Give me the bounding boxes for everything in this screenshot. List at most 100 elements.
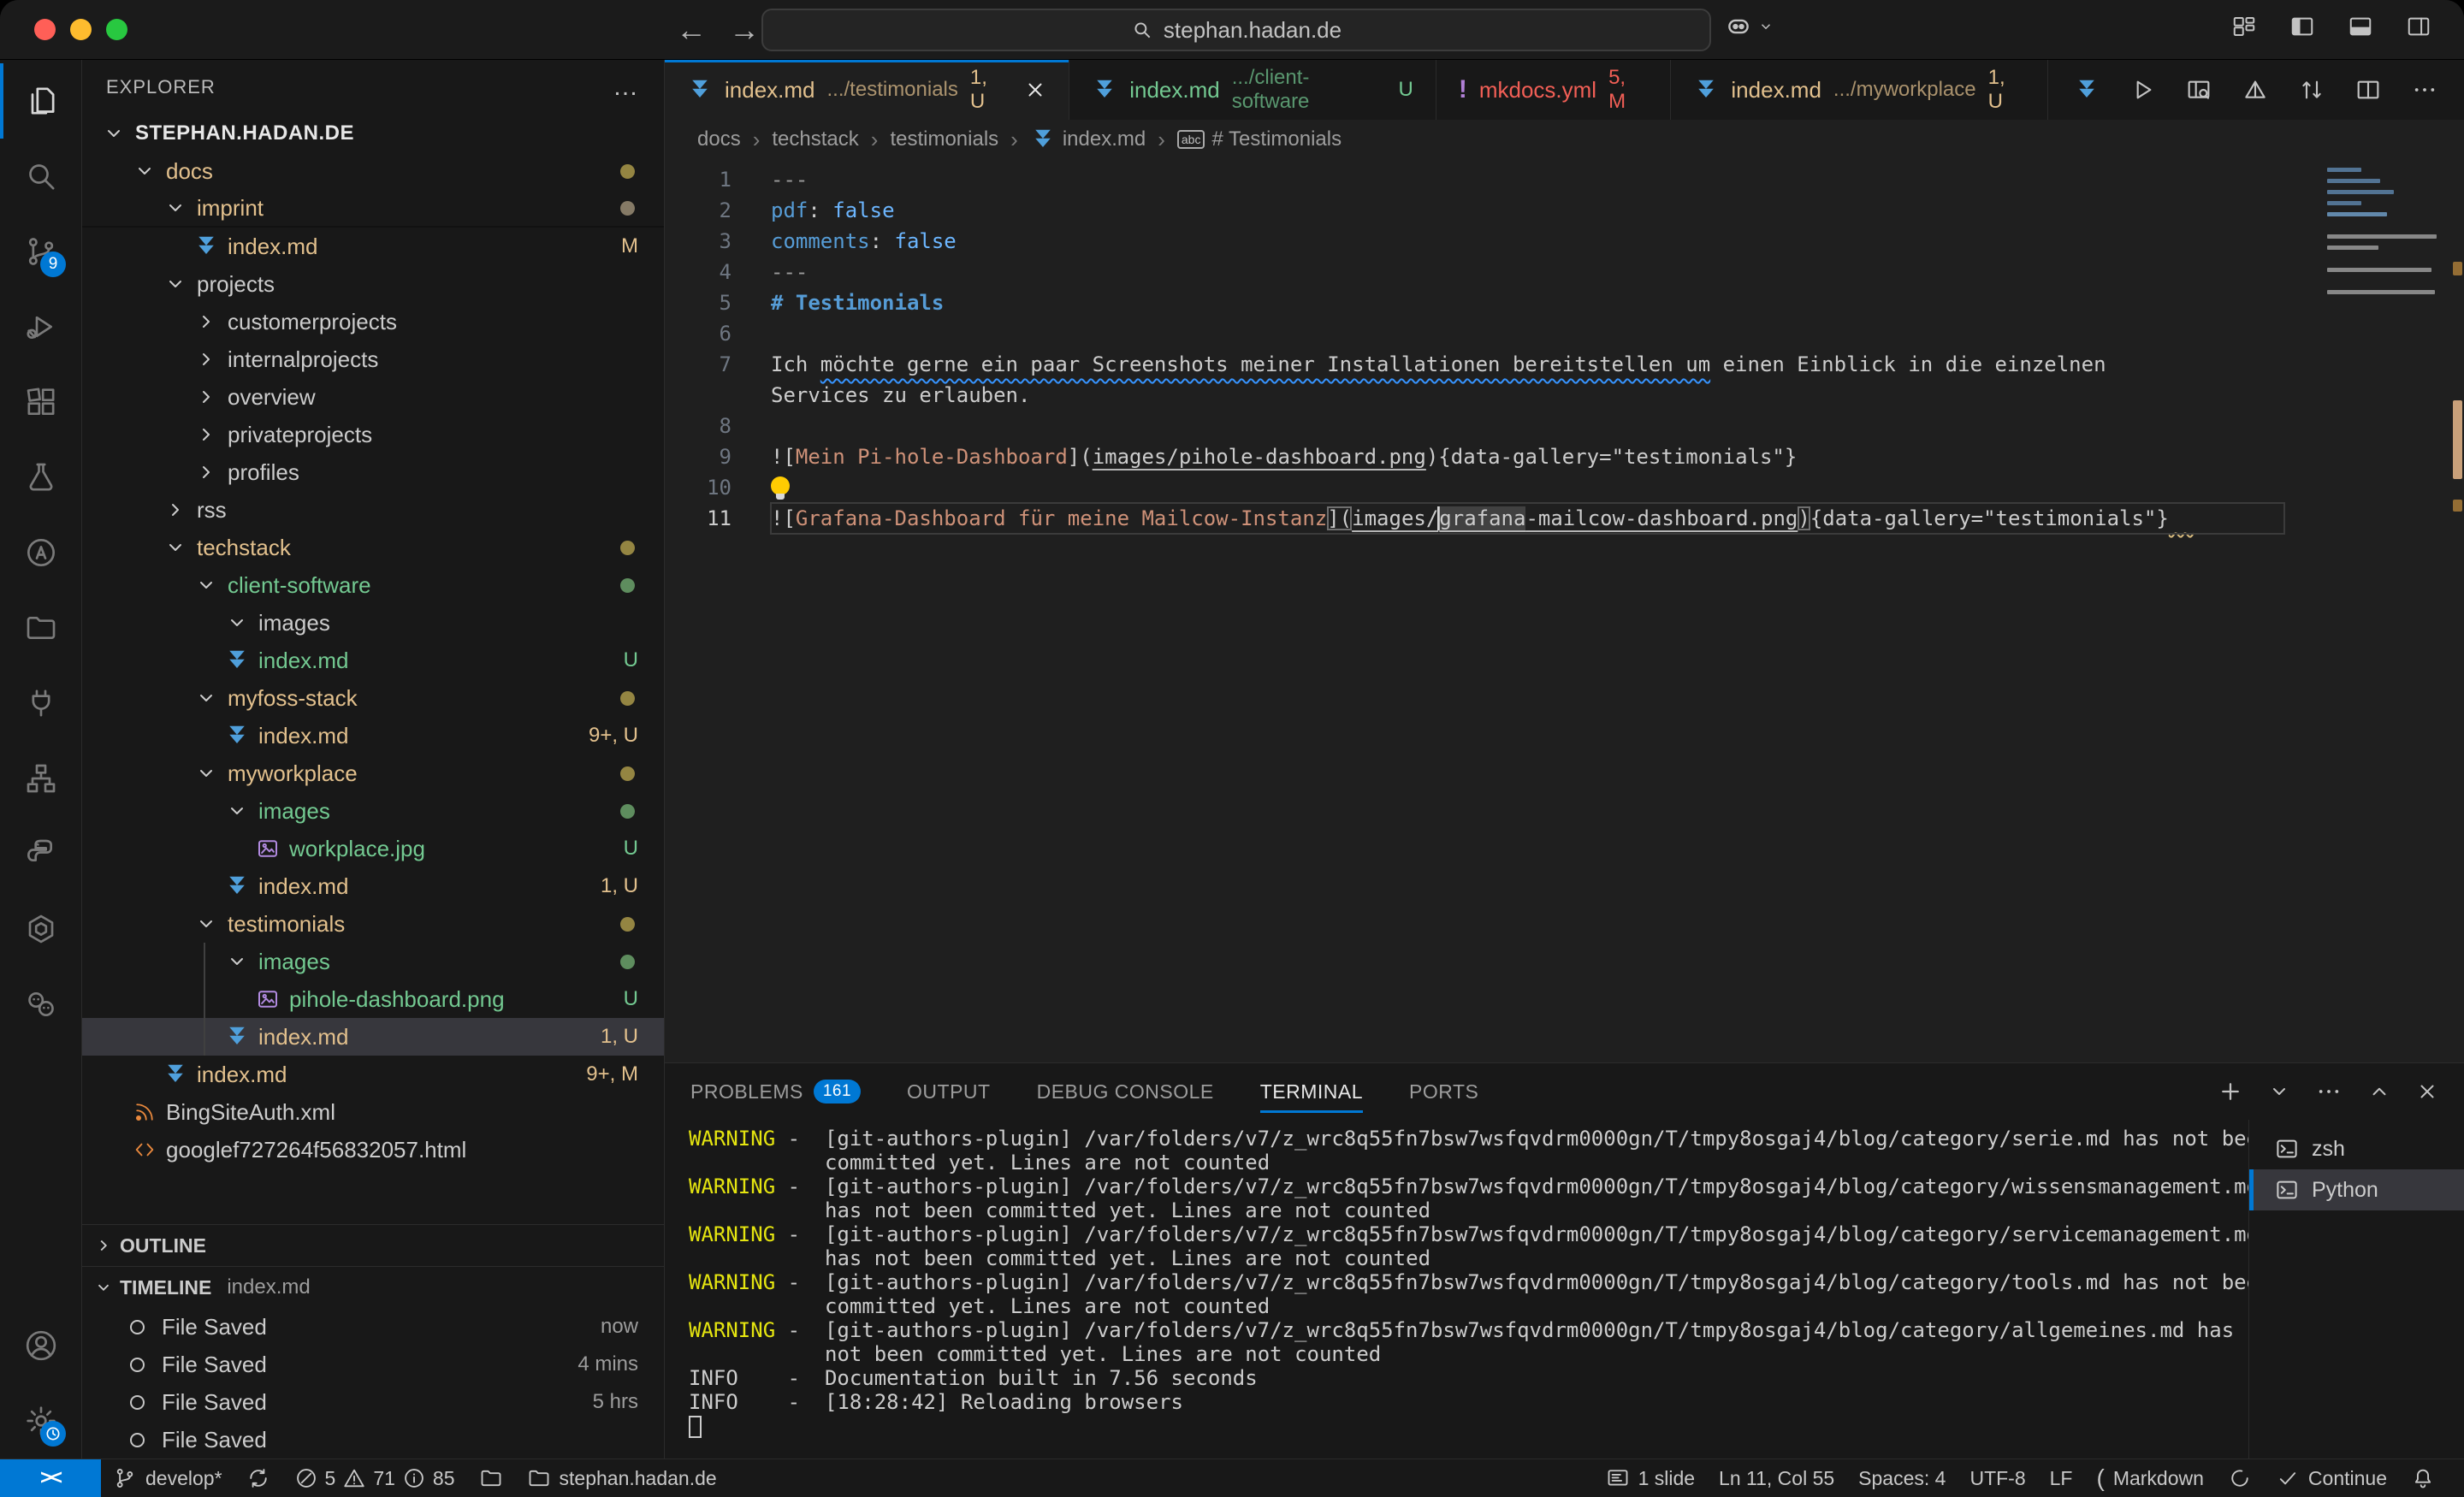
tree-folder-images[interactable]: images	[82, 604, 664, 642]
close-window-button[interactable]	[34, 19, 56, 40]
minimize-window-button[interactable]	[70, 19, 92, 40]
tree-file-index-md[interactable]: index.md1, U	[82, 867, 664, 905]
timeline-header[interactable]: TIMELINE index.md	[82, 1267, 664, 1308]
tree-file-index-md[interactable]: index.mdM	[82, 228, 664, 265]
tab-index-md[interactable]: index.md.../testimonials1, U	[665, 60, 1069, 120]
forward-icon[interactable]: →	[729, 12, 760, 48]
tree-folder-stephan-hadan-de[interactable]: STEPHAN.HADAN.DE	[82, 115, 664, 152]
breadcrumb-item[interactable]: testimonials	[890, 127, 998, 151]
markdown-file-icon[interactable]	[2074, 77, 2100, 103]
status-remote-indicator[interactable]: ><	[0, 1459, 101, 1497]
activity-item-hexagon[interactable]	[0, 891, 81, 967]
copilot-menu[interactable]	[1724, 12, 1774, 41]
status-workspace[interactable]: stephan.hadan.de	[515, 1459, 729, 1497]
outline-header[interactable]: OUTLINE	[82, 1225, 664, 1266]
activity-item-testing[interactable]	[0, 440, 81, 515]
breadcrumb-item[interactable]: techstack	[772, 127, 858, 151]
breadcrumb-item[interactable]: abc# Testimonials	[1177, 127, 1342, 151]
status-marp-slides[interactable]: 1 slide	[1594, 1459, 1707, 1497]
status-continue[interactable]: Continue	[2264, 1459, 2399, 1497]
panel-tab-terminal[interactable]: TERMINAL	[1260, 1063, 1363, 1120]
status-eol[interactable]: LF	[2038, 1459, 2085, 1497]
tree-file-index-md[interactable]: index.md9+, U	[82, 717, 664, 754]
status-notifications[interactable]	[2399, 1459, 2447, 1497]
activity-item-python[interactable]	[0, 816, 81, 891]
tree-folder-rss[interactable]: rss	[82, 491, 664, 529]
tree-file-index-md[interactable]: index.md9+, M	[82, 1056, 664, 1093]
tree-folder-myworkplace[interactable]: myworkplace	[82, 754, 664, 792]
open-preview-icon[interactable]	[2185, 76, 2212, 104]
tab-index-md[interactable]: index.md.../myworkplace1, U	[1671, 60, 2048, 120]
run-icon[interactable]	[2129, 76, 2156, 104]
tree-file-workplace-jpg[interactable]: workplace.jpgU	[82, 830, 664, 867]
status-problems[interactable]: 57185	[282, 1459, 467, 1497]
code-line[interactable]: 11![Grafana-Dashboard für meine Mailcow-…	[665, 503, 2464, 534]
terminal-instance-python[interactable]: Python	[2249, 1169, 2464, 1210]
status-cursor-position[interactable]: Ln 11, Col 55	[1707, 1459, 1846, 1497]
code-line[interactable]: 7Ich möchte gerne ein paar Screenshots m…	[665, 349, 2464, 380]
close-panel-icon[interactable]	[2416, 1080, 2438, 1103]
status-git-branch[interactable]: develop*	[101, 1459, 234, 1497]
command-center-search[interactable]: stephan.hadan.de	[761, 9, 1711, 51]
status-spinner[interactable]	[2216, 1459, 2264, 1497]
tree-folder-techstack[interactable]: techstack	[82, 529, 664, 566]
launch-profile-icon[interactable]	[2269, 1081, 2289, 1102]
panel-tab-debug-console[interactable]: DEBUG CONSOLE	[1037, 1063, 1214, 1120]
status-indentation[interactable]: Spaces: 4	[1846, 1459, 1958, 1497]
code-line[interactable]: 9![Mein Pi-hole-Dashboard](images/pihole…	[665, 441, 2464, 472]
code-line[interactable]: 8	[665, 411, 2464, 441]
tree-folder-myfoss-stack[interactable]: myfoss-stack	[82, 679, 664, 717]
timeline-item[interactable]: File Saved5 hrs	[82, 1383, 664, 1421]
code-line[interactable]: 3comments: false	[665, 226, 2464, 257]
activity-item-account[interactable]	[0, 1308, 81, 1383]
timeline-item[interactable]: File Savednow	[82, 1308, 664, 1346]
status-folder-shortcut[interactable]	[467, 1459, 515, 1497]
activity-item-search[interactable]	[0, 139, 81, 214]
more-icon[interactable]	[2315, 1078, 2343, 1105]
close-icon[interactable]	[1024, 79, 1046, 101]
markdown-preview-icon[interactable]	[2242, 76, 2269, 104]
code-line[interactable]: 4---	[665, 257, 2464, 287]
timeline-item[interactable]: File Saved	[82, 1421, 664, 1459]
tree-folder-imprint[interactable]: imprint	[82, 190, 664, 228]
tree-folder-client-software[interactable]: client-software	[82, 566, 664, 604]
code-line[interactable]: 5# Testimonials	[665, 287, 2464, 318]
maximize-panel-icon[interactable]	[2368, 1080, 2390, 1103]
tab-index-md[interactable]: index.md.../client-softwareU	[1069, 60, 1436, 120]
status-sync[interactable]	[234, 1459, 282, 1497]
lightbulb-icon[interactable]	[771, 476, 790, 495]
activity-item-run-debug[interactable]	[0, 289, 81, 364]
code-line[interactable]: 10	[665, 472, 2464, 503]
toggle-panel-icon[interactable]	[2348, 14, 2373, 39]
explorer-more-actions-icon[interactable]: …	[613, 73, 640, 102]
code-line[interactable]: 1---	[665, 164, 2464, 195]
overview-ruler[interactable]	[2450, 159, 2464, 1062]
tree-folder-docs[interactable]: docs	[82, 152, 664, 190]
tree-folder-privateprojects[interactable]: privateprojects	[82, 416, 664, 453]
split-editor-icon[interactable]	[2354, 76, 2382, 104]
toggle-primary-sidebar-icon[interactable]	[2289, 14, 2315, 39]
tree-folder-images[interactable]: images	[82, 943, 664, 980]
code-line[interactable]: 2pdf: false	[665, 195, 2464, 226]
tree-file-googlef727264f56832057-html[interactable]: googlef727264f56832057.html	[82, 1131, 664, 1169]
activity-item-settings[interactable]	[0, 1383, 81, 1459]
activity-item-remote-plug[interactable]	[0, 666, 81, 741]
code-line[interactable]: 6	[665, 318, 2464, 349]
status-encoding[interactable]: UTF-8	[1958, 1459, 2037, 1497]
tree-folder-testimonials[interactable]: testimonials	[82, 905, 664, 943]
toggle-secondary-sidebar-icon[interactable]	[2406, 14, 2431, 39]
activity-item-extensions[interactable]	[0, 364, 81, 440]
switch-editors-icon[interactable]	[2298, 76, 2325, 104]
timeline-item[interactable]: File Saved4 mins	[82, 1346, 664, 1383]
activity-item-source-control[interactable]: 9	[0, 214, 81, 289]
activity-item-letter-a[interactable]	[0, 515, 81, 590]
tree-file-bingsiteauth-xml[interactable]: BingSiteAuth.xml	[82, 1093, 664, 1131]
tab-mkdocs-yml[interactable]: !mkdocs.yml5, M	[1436, 60, 1672, 120]
new-terminal-icon[interactable]	[2218, 1079, 2243, 1104]
code-editor[interactable]: 1---2pdf: false3comments: false4---5# Te…	[665, 159, 2464, 1062]
tree-file-index-md[interactable]: index.md1, U	[82, 1018, 664, 1056]
tree-folder-customerprojects[interactable]: customerprojects	[82, 303, 664, 340]
terminal-output[interactable]: WARNING - [git-authors-plugin] /var/fold…	[665, 1120, 2248, 1459]
back-icon[interactable]: ←	[676, 12, 707, 48]
tree-file-pihole-dashboard-png[interactable]: pihole-dashboard.pngU	[82, 980, 664, 1018]
